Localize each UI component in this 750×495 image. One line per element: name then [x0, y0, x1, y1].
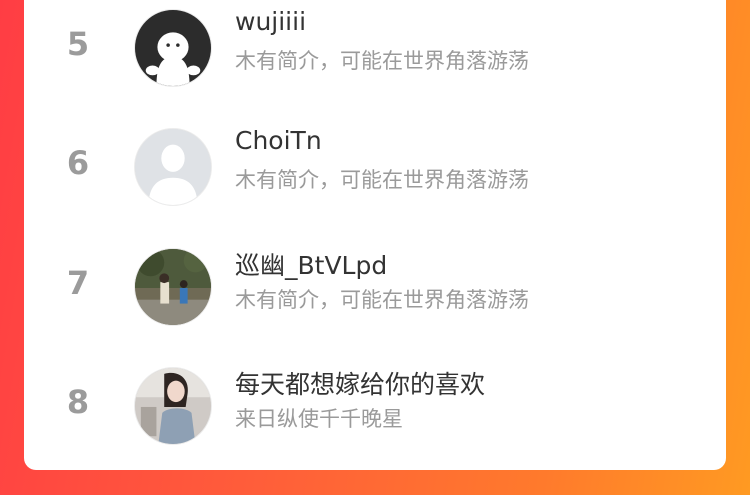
user-name[interactable]: 每天都想嫁给你的喜欢	[235, 365, 485, 401]
list-item[interactable]: 5 wujiiii 木有简介，可能在世界角落游荡	[24, 7, 726, 89]
rank-number: 8	[66, 383, 90, 421]
ghost-avatar-icon[interactable]	[134, 9, 212, 87]
default-user-icon[interactable]	[134, 128, 212, 206]
user-description: 木有简介，可能在世界角落游荡	[235, 49, 529, 73]
user-description: 来日纵使千千晚星	[235, 407, 403, 431]
ranking-card: 5 wujiiii 木有简介，可能在世界角落游荡 6 ChoiTn 木有简介，可…	[24, 0, 726, 470]
list-item[interactable]: 8 每天都想嫁给你的喜欢 来日纵使千千晚星	[24, 367, 726, 447]
user-description: 木有简介，可能在世界角落游荡	[235, 168, 529, 192]
rank-number: 6	[66, 144, 90, 182]
photo-avatar-icon[interactable]	[134, 367, 212, 445]
user-name[interactable]: wujiiii	[235, 7, 306, 36]
user-description: 木有简介，可能在世界角落游荡	[235, 288, 529, 312]
user-name[interactable]: 巡幽_BtVLpd	[235, 246, 387, 282]
rank-number: 7	[66, 264, 90, 302]
user-name[interactable]: ChoiTn	[235, 126, 322, 155]
list-item[interactable]: 6 ChoiTn 木有简介，可能在世界角落游荡	[24, 126, 726, 208]
rank-number: 5	[66, 25, 90, 63]
photo-avatar-icon[interactable]	[134, 248, 212, 326]
list-item[interactable]: 7 巡幽_BtVLpd 木有简介，可能在世界角落游荡	[24, 248, 726, 328]
